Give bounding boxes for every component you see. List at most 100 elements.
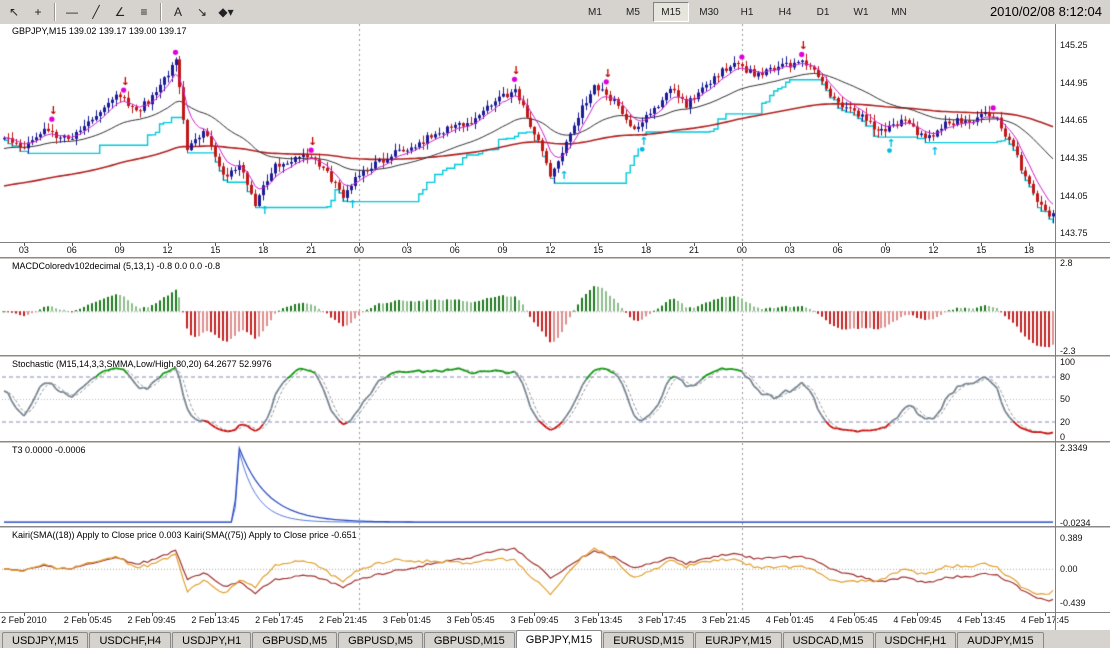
toolbar-separator bbox=[160, 3, 162, 21]
trendline-icon[interactable]: ╱ bbox=[84, 2, 108, 22]
timeframe-button-m30[interactable]: M30 bbox=[691, 2, 727, 22]
macd-indicator-label: MACDColoredv102decimal (5,13,1) -0.8 0.0… bbox=[12, 261, 221, 271]
toolbar-separator bbox=[54, 3, 56, 21]
price-scale-label: 143.75 bbox=[1060, 228, 1088, 239]
chart-tab-usdchf-h1[interactable]: USDCHF,H1 bbox=[874, 632, 957, 648]
t3-panel-canvas[interactable] bbox=[2, 443, 1055, 526]
axis-tick bbox=[406, 613, 408, 616]
axis-tick bbox=[23, 243, 25, 246]
stochastic-panel-canvas[interactable] bbox=[2, 357, 1055, 441]
hour-label: 21 bbox=[306, 245, 317, 255]
timeframe-button-m15[interactable]: M15 bbox=[653, 2, 689, 22]
timeframe-button-m1[interactable]: M1 bbox=[577, 2, 613, 22]
chart-tab-usdcad-m15[interactable]: USDCAD,M15 bbox=[782, 632, 874, 648]
timeframe-button-d1[interactable]: D1 bbox=[805, 2, 841, 22]
hour-label: 03 bbox=[401, 245, 412, 255]
price-scale-label: 145.25 bbox=[1060, 40, 1088, 51]
crosshair-icon[interactable]: + bbox=[26, 2, 50, 22]
hour-label: 03 bbox=[784, 245, 795, 255]
axis-tick bbox=[789, 243, 791, 246]
axis-tick bbox=[358, 243, 360, 246]
price-chart-canvas[interactable] bbox=[2, 24, 1055, 242]
hour-label: 15 bbox=[210, 245, 221, 255]
stochastic-scale-label: 0 bbox=[1060, 431, 1066, 442]
t3-scale-label: 2.3349 bbox=[1060, 443, 1088, 454]
axis-tick bbox=[646, 243, 648, 246]
axis-tick bbox=[741, 243, 743, 246]
price-scale-divider bbox=[1055, 24, 1056, 630]
chart-tab-gbpusd-m15[interactable]: GBPUSD,M15 bbox=[423, 632, 515, 648]
axis-tick bbox=[725, 613, 727, 616]
hour-label: 15 bbox=[976, 245, 987, 255]
hour-label: 03 bbox=[18, 245, 29, 255]
timeframe-button-h4[interactable]: H4 bbox=[767, 2, 803, 22]
hour-label: 09 bbox=[114, 245, 125, 255]
axis-tick bbox=[343, 613, 345, 616]
chart-toolbar: ↖ + — ╱ ∠ ≡ A ↘ ◆▾ M1 M5 M15 M30 H1 H4 D1 W1 MN 2010/02/… bbox=[0, 0, 1110, 25]
text-icon[interactable]: A bbox=[166, 2, 190, 22]
timeframe-button-w1[interactable]: W1 bbox=[843, 2, 879, 22]
axis-tick bbox=[215, 243, 217, 246]
hour-label: 09 bbox=[880, 245, 891, 255]
equidistant-channel-icon[interactable]: ≡ bbox=[132, 2, 156, 22]
horizontal-line-icon[interactable]: — bbox=[60, 2, 84, 22]
axis-tick bbox=[23, 613, 25, 616]
date-label: 4 Feb 17:45 bbox=[1020, 615, 1070, 625]
hour-label: 21 bbox=[689, 245, 700, 255]
chart-tab-usdjpy-m15[interactable]: USDJPY,M15 bbox=[2, 632, 89, 648]
cursor-icon[interactable]: ↖ bbox=[2, 2, 26, 22]
hour-label: 12 bbox=[162, 245, 173, 255]
timeframe-button-m5[interactable]: M5 bbox=[615, 2, 651, 22]
hour-label: 18 bbox=[1024, 245, 1035, 255]
panel-splitter[interactable] bbox=[0, 257, 1110, 259]
clock: 2010/02/08 8:12:04 bbox=[989, 4, 1102, 19]
chart-window: 03 06 09 12 15 18 21 00 03 06 09 12 15 18 21 00 03 06 09 12… bbox=[0, 24, 1110, 630]
axis-tick bbox=[885, 243, 887, 246]
chart-tab-audjpy-m15[interactable]: AUDJPY,M15 bbox=[957, 632, 1044, 648]
axis-tick bbox=[151, 613, 153, 616]
hour-label: 09 bbox=[497, 245, 508, 255]
axis-tick bbox=[981, 243, 983, 246]
hour-axis: 03 06 09 12 15 18 21 00 03 06 09 12 15 18 21 00 03 06 09 12… bbox=[0, 243, 1055, 257]
timeframe-button-mn[interactable]: MN bbox=[881, 2, 917, 22]
chart-tab-gbpjpy-m15[interactable]: GBPJPY,M15 bbox=[515, 630, 603, 648]
macd-scale-label: -2.3 bbox=[1060, 345, 1076, 356]
axis-tick bbox=[167, 243, 169, 246]
axis-tick bbox=[263, 243, 265, 246]
price-scale-label: 144.05 bbox=[1060, 190, 1088, 201]
stochastic-scale-label: 100 bbox=[1060, 356, 1076, 367]
kairi-scale-label: -0.439 bbox=[1060, 598, 1086, 609]
panel-splitter[interactable] bbox=[0, 441, 1110, 443]
arrow-tool-icon[interactable]: ↘ bbox=[190, 2, 214, 22]
chart-tab-eurjpy-m15[interactable]: EURJPY,M15 bbox=[695, 632, 782, 648]
axis-tick bbox=[598, 613, 600, 616]
axis-tick bbox=[279, 613, 281, 616]
panel-splitter[interactable] bbox=[0, 526, 1110, 528]
macd-panel-canvas[interactable] bbox=[2, 259, 1055, 355]
chart-title-ohlc: GBPJPY,M15 139.02 139.17 139.00 139.17 bbox=[12, 26, 187, 36]
hour-label: 06 bbox=[66, 245, 77, 255]
axis-tick bbox=[917, 613, 919, 616]
axis-tick bbox=[470, 613, 472, 616]
hour-label: 00 bbox=[353, 245, 364, 255]
hour-label: 18 bbox=[258, 245, 269, 255]
chart-tab-usdchf-h4[interactable]: USDCHF,H4 bbox=[89, 632, 172, 648]
timeframe-button-h1[interactable]: H1 bbox=[729, 2, 765, 22]
angle-trendline-icon[interactable]: ∠ bbox=[108, 2, 132, 22]
chart-tab-gbpusd-m5[interactable]: GBPUSD,M5 bbox=[338, 632, 423, 648]
hour-label: 00 bbox=[736, 245, 747, 255]
chart-tab-gbpusd-m5[interactable]: GBPUSD,M5 bbox=[252, 632, 338, 648]
axis-tick bbox=[1045, 613, 1047, 616]
axis-tick bbox=[215, 613, 217, 616]
stochastic-indicator-label: Stochastic (M15,14,3,3,SMMA,Low/High,80,… bbox=[12, 359, 272, 369]
panel-splitter[interactable] bbox=[0, 355, 1110, 357]
kairi-panel-canvas[interactable] bbox=[2, 528, 1055, 612]
chart-tab-usdjpy-h1[interactable]: USDJPY,H1 bbox=[172, 632, 252, 648]
chart-tabs: USDJPY,M15 USDCHF,H4 USDJPY,H1 GBPUSD,M5 GBP… bbox=[0, 630, 1110, 648]
shapes-icon[interactable]: ◆▾ bbox=[214, 2, 238, 22]
chart-tab-eurusd-m15[interactable]: EURUSD,M15 bbox=[603, 632, 695, 648]
kairi-scale-label: 0.389 bbox=[1060, 533, 1083, 544]
date-axis: 2 Feb 2010 2 Feb 05:45 2 Feb 09:45 2 Feb 13… bbox=[0, 613, 1069, 628]
axis-tick bbox=[853, 613, 855, 616]
t3-indicator-label: T3 0.0000 -0.0006 bbox=[12, 445, 86, 455]
